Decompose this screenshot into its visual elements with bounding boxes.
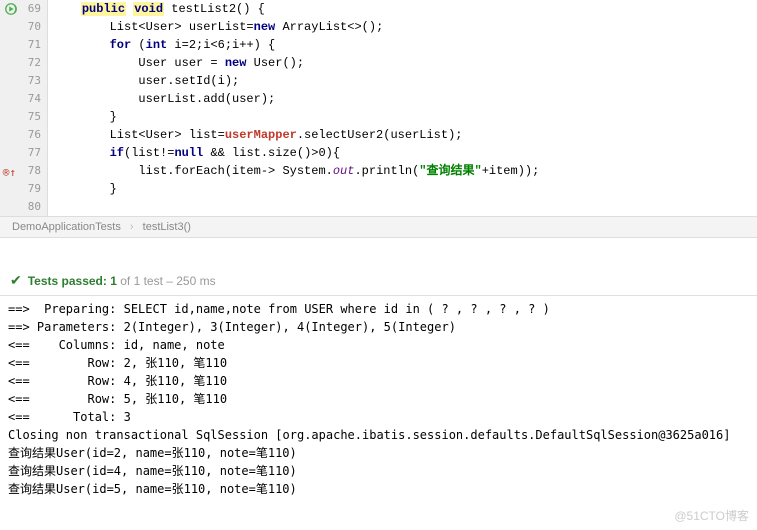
breadcrumb-method[interactable]: testList3() — [143, 221, 191, 233]
code-area[interactable]: public void testList2() { List<User> use… — [48, 0, 757, 216]
gutter-line[interactable]: 73 — [0, 72, 41, 90]
code-line[interactable]: userList.add(user); — [52, 90, 757, 108]
console-line: <== Columns: id, name, note — [8, 336, 749, 354]
code-line[interactable]: List<User> userList=new ArrayList<>(); — [52, 18, 757, 36]
results-gap — [0, 238, 757, 266]
tests-count-label: of 1 test – 250 ms — [117, 274, 216, 288]
console-line: ==> Preparing: SELECT id,name,note from … — [8, 300, 749, 318]
code-line[interactable]: if(list!=null && list.size()>0){ — [52, 144, 757, 162]
code-line[interactable]: } — [52, 108, 757, 126]
breadcrumb-class[interactable]: DemoApplicationTests — [12, 221, 121, 233]
check-icon: ✔ — [10, 272, 22, 289]
console-line: ==> Parameters: 2(Integer), 3(Integer), … — [8, 318, 749, 336]
gutter-line[interactable]: 76 — [0, 126, 41, 144]
code-line[interactable] — [52, 198, 757, 216]
gutter-line[interactable]: 71 — [0, 36, 41, 54]
watermark: @51CTO博客 — [674, 507, 749, 524]
code-line[interactable]: List<User> list=userMapper.selectUser2(u… — [52, 126, 757, 144]
test-status-bar: ✔ Tests passed: 1 of 1 test – 250 ms — [0, 266, 757, 296]
gutter-line[interactable]: 74 — [0, 90, 41, 108]
console-line: 查询结果User(id=5, name=张110, note=笔110) — [8, 480, 749, 498]
tests-passed-label: Tests passed: 1 — [28, 274, 117, 288]
run-icon[interactable] — [4, 2, 18, 16]
console-line: <== Row: 2, 张110, 笔110 — [8, 354, 749, 372]
console-line: <== Row: 5, 张110, 笔110 — [8, 390, 749, 408]
console-line: <== Row: 4, 张110, 笔110 — [8, 372, 749, 390]
gutter-line[interactable]: 79 — [0, 180, 41, 198]
gutter-line[interactable]: 80 — [0, 198, 41, 216]
code-line[interactable]: user.setId(i); — [52, 72, 757, 90]
console-output[interactable]: ==> Preparing: SELECT id,name,note from … — [0, 296, 757, 506]
gutter-line[interactable]: 72 — [0, 54, 41, 72]
console-line: 查询结果User(id=4, name=张110, note=笔110) — [8, 462, 749, 480]
gutter-line[interactable]: 75 — [0, 108, 41, 126]
gutter: 69 70 71 72 73 74 75 76 77 ®↑78 79 80 — [0, 0, 48, 216]
console-line: 查询结果User(id=2, name=张110, note=笔110) — [8, 444, 749, 462]
code-line[interactable]: User user = new User(); — [52, 54, 757, 72]
breadcrumb[interactable]: DemoApplicationTests › testList3() — [0, 216, 757, 238]
recursive-icon: ®↑ — [2, 164, 16, 178]
gutter-line-69[interactable]: 69 — [0, 0, 41, 18]
gutter-line-78[interactable]: ®↑78 — [0, 162, 41, 180]
console-line: <== Total: 3 — [8, 408, 749, 426]
code-line[interactable]: public void testList2() { — [52, 0, 757, 18]
code-line[interactable]: list.forEach(item-> System.out.println("… — [52, 162, 757, 180]
console-line: Closing non transactional SqlSession [or… — [8, 426, 749, 444]
gutter-line[interactable]: 70 — [0, 18, 41, 36]
code-line[interactable]: for (int i=2;i<6;i++) { — [52, 36, 757, 54]
code-line[interactable]: } — [52, 180, 757, 198]
chevron-icon: › — [130, 221, 134, 233]
gutter-line[interactable]: 77 — [0, 144, 41, 162]
editor-area: 69 70 71 72 73 74 75 76 77 ®↑78 79 80 pu… — [0, 0, 757, 216]
